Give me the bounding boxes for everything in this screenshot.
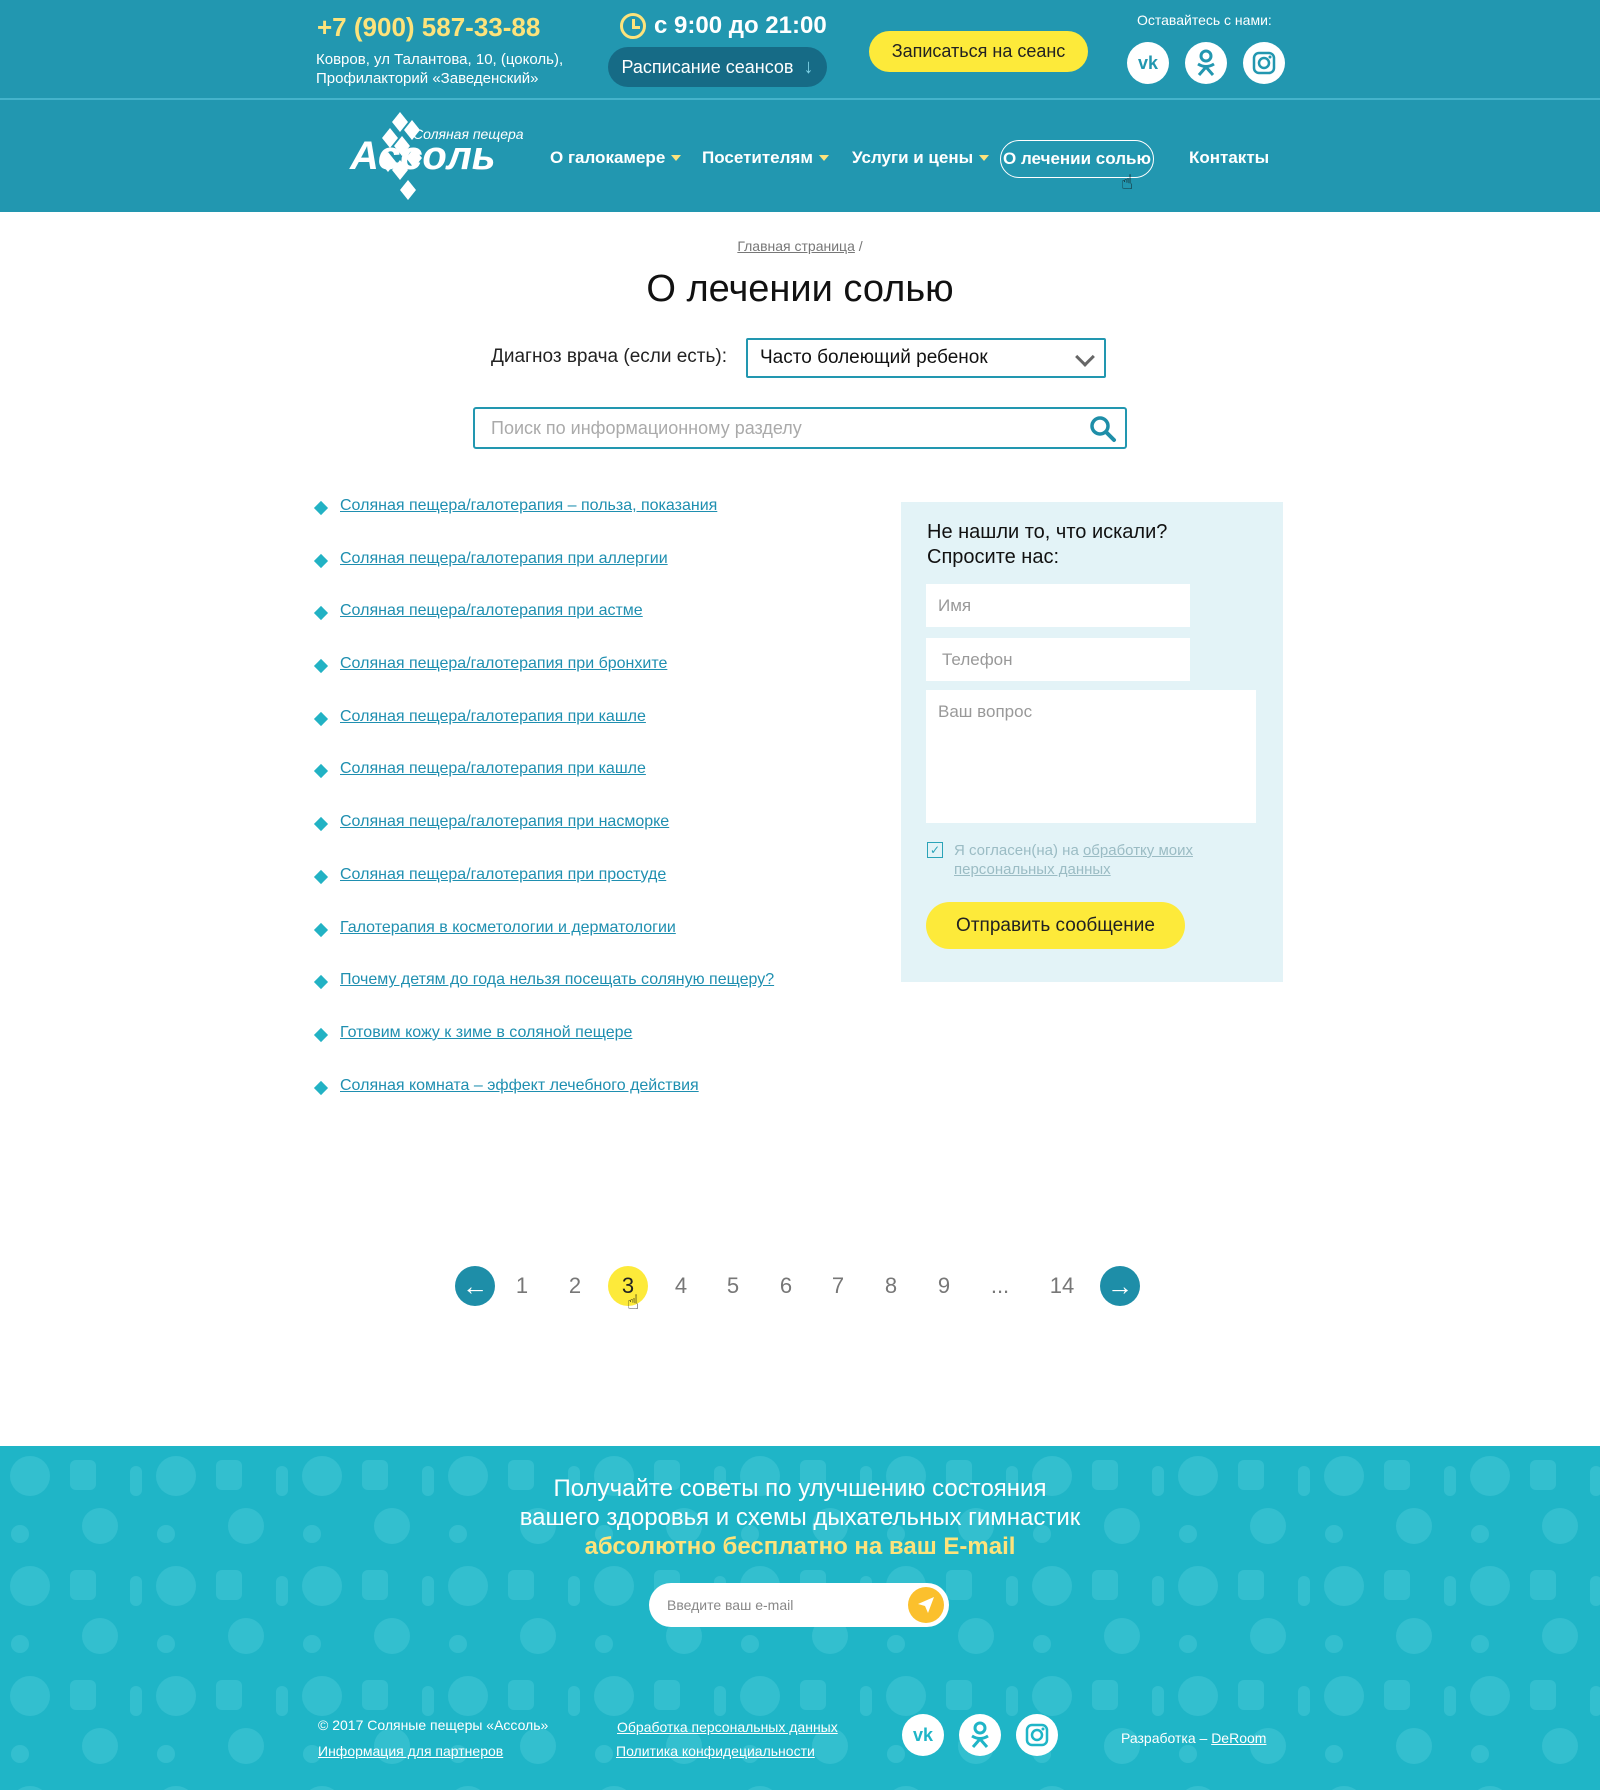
page-ellipsis: ...: [990, 1273, 1010, 1298]
search-input[interactable]: Поиск по информационному разделу: [473, 407, 1127, 449]
newsletter-promo: Получайте советы по улучшению состояния …: [519, 1475, 1081, 1560]
list-item[interactable]: Готовим кожу к зиме в соляной пещере: [313, 1024, 774, 1077]
footer: Получайте советы по улучшению состояния …: [0, 1446, 1600, 1790]
social-label: Оставайтесь с нами:: [1137, 12, 1272, 28]
header-social: vk: [1127, 42, 1285, 84]
arrow-right-icon: →: [1107, 1270, 1133, 1301]
footer-social: vk: [902, 1714, 1058, 1756]
diagnosis-label: Диагноз врача (если есть):: [491, 346, 728, 367]
diamond-bullet-icon: [313, 764, 329, 779]
arrow-left-icon: ←: [462, 1270, 488, 1301]
diamond-bullet-icon: [313, 553, 329, 568]
hand-cursor-icon: ☝: [627, 1292, 640, 1314]
diamond-bullet-icon: [313, 500, 329, 516]
next-page-button[interactable]: →: [1100, 1266, 1140, 1306]
list-item[interactable]: Соляная пещера/галотерапия при простуде: [313, 866, 774, 919]
odnoklassniki-icon[interactable]: [959, 1714, 1001, 1756]
instagram-icon[interactable]: [1243, 42, 1285, 84]
logo-title[interactable]: Ассоль: [350, 134, 495, 179]
privacy-link[interactable]: Политика конфидециальности: [616, 1743, 815, 1759]
developer-credit: Разработка – DeRoom: [1121, 1730, 1267, 1746]
address: Ковров, ул Талантова, 10, (цоколь), Проф…: [316, 51, 564, 87]
page-link[interactable]: 1: [502, 1266, 542, 1306]
diamond-bullet-icon: [313, 1027, 329, 1042]
page-link[interactable]: 8: [871, 1266, 911, 1306]
list-item[interactable]: Почему детям до года нельзя посещать сол…: [313, 971, 774, 1024]
nav-item-contacts[interactable]: Контакты: [1189, 148, 1269, 168]
book-session-button[interactable]: Записаться на сеанс: [869, 31, 1088, 72]
diamond-bullet-icon: [313, 922, 329, 937]
page-link[interactable]: 4: [661, 1266, 701, 1306]
send-message-button[interactable]: Отправить сообщение: [926, 902, 1185, 949]
search-icon[interactable]: [1089, 415, 1117, 443]
list-item[interactable]: Соляная комната – эффект лечебного дейст…: [313, 1077, 774, 1130]
partners-link[interactable]: Информация для партнеров: [318, 1743, 503, 1759]
page-link[interactable]: 5: [713, 1266, 753, 1306]
caret-down-icon: [818, 155, 829, 161]
list-item[interactable]: Соляная пещера/галотерапия при астме: [313, 602, 774, 655]
copyright: © 2017 Соляные пещеры «Ассоль»: [318, 1717, 549, 1733]
breadcrumb: Главная страница /: [737, 238, 863, 254]
phone-number[interactable]: +7 (900) 587-33-88: [317, 12, 540, 43]
diamond-bullet-icon: [313, 606, 329, 621]
caret-down-icon: [979, 155, 990, 161]
article-list: Соляная пещера/галотерапия – польза, пок…: [313, 497, 774, 1130]
developer-link[interactable]: DeRoom: [1211, 1730, 1266, 1746]
question-field[interactable]: Ваш вопрос: [926, 690, 1256, 823]
list-item[interactable]: Соляная пещера/галотерапия при насморке: [313, 813, 774, 866]
nav-item-halochamber[interactable]: О галокамере: [550, 148, 682, 168]
check-icon: ✓: [929, 843, 941, 857]
page-link[interactable]: 14: [1042, 1266, 1082, 1306]
diamond-bullet-icon: [313, 658, 329, 674]
personal-data-link[interactable]: Обработка персональных данных: [617, 1719, 838, 1735]
diamond-bullet-icon: [313, 975, 329, 990]
arrow-down-icon: ↓: [803, 55, 814, 78]
page-link[interactable]: 2: [555, 1266, 595, 1306]
clock-icon: [620, 13, 646, 39]
caret-down-icon: [671, 155, 682, 161]
odnoklassniki-icon[interactable]: [1185, 42, 1227, 84]
nav-item-services[interactable]: Услуги и цены: [852, 148, 990, 168]
list-item[interactable]: Соляная пещера/галотерапия при кашле: [313, 708, 774, 761]
page-link[interactable]: 9: [924, 1266, 964, 1306]
consent-checkbox[interactable]: ✓: [927, 842, 943, 858]
page-link[interactable]: 7: [818, 1266, 858, 1306]
list-item[interactable]: Соляная пещера/галотерапия при бронхите: [313, 655, 774, 708]
breadcrumb-home[interactable]: Главная страница: [737, 238, 855, 254]
ask-form-title: Не нашли то, что искали? Спросите нас:: [927, 521, 1168, 568]
diamond-bullet-icon: [313, 711, 329, 726]
working-hours: с 9:00 до 21:00: [620, 12, 827, 40]
list-item[interactable]: Соляная пещера/галотерапия при кашле: [313, 760, 774, 813]
email-input[interactable]: Введите ваш e-mail: [649, 1583, 949, 1627]
paper-plane-icon[interactable]: [908, 1587, 944, 1623]
instagram-icon[interactable]: [1016, 1714, 1058, 1756]
prev-page-button[interactable]: ←: [455, 1266, 495, 1306]
hand-cursor-icon: ☝: [1121, 172, 1134, 194]
consent-text: Я согласен(на) на обработку моих персона…: [954, 842, 1193, 878]
list-item[interactable]: Галотерапия в косметологии и дерматологи…: [313, 919, 774, 972]
page-title: О лечении солью: [646, 268, 954, 310]
name-field[interactable]: Имя: [926, 584, 1190, 627]
phone-field[interactable]: Телефон: [926, 638, 1190, 681]
list-item[interactable]: Соляная пещера/галотерапия при аллергии: [313, 550, 774, 603]
schedule-button[interactable]: Расписание сеансов ↓: [608, 47, 827, 87]
vk-icon[interactable]: vk: [1127, 42, 1169, 84]
diamond-bullet-icon: [313, 869, 329, 884]
chevron-down-icon: [1075, 347, 1095, 367]
diagnosis-select[interactable]: Часто болеющий ребенок: [746, 338, 1106, 378]
list-item[interactable]: Соляная пещера/галотерапия – польза, пок…: [313, 497, 774, 550]
ask-form: Не нашли то, что искали? Спросите нас: И…: [901, 502, 1283, 982]
top-bar: +7 (900) 587-33-88 Ковров, ул Талантова,…: [0, 0, 1600, 100]
diamond-bullet-icon: [313, 1080, 329, 1095]
vk-icon[interactable]: vk: [902, 1714, 944, 1756]
diamond-bullet-icon: [313, 817, 329, 832]
nav-item-visitors[interactable]: Посетителям: [702, 148, 829, 168]
page-link[interactable]: 6: [766, 1266, 806, 1306]
pagination: ← 1 2 3 4 5 6 7 8 9 ... 14 → ☝: [0, 1266, 1600, 1314]
